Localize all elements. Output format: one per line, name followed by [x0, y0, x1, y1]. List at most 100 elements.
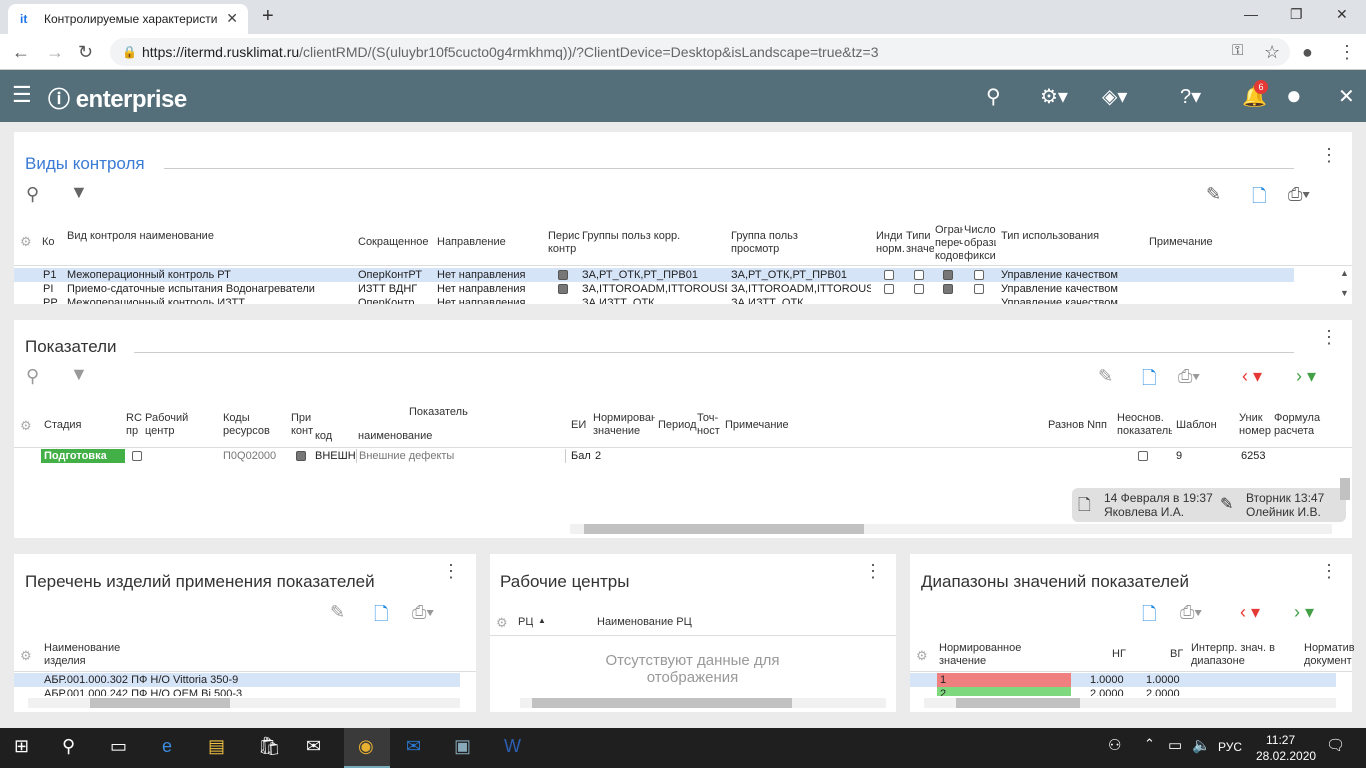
col-gruppa[interactable]: Группа польз просмотр — [731, 230, 831, 256]
vertical-scroll-thumb[interactable] — [1340, 478, 1350, 500]
panel-menu-icon[interactable]: ⋮ — [1320, 328, 1338, 346]
volume-icon[interactable]: 🔈 — [1192, 736, 1211, 754]
col-pokaz[interactable]: Показатель — [409, 406, 468, 419]
help-icon[interactable]: ?▾ — [1180, 84, 1201, 109]
col-tip[interactable]: Тип использования — [1001, 230, 1111, 243]
col-prim[interactable]: Примечание — [725, 419, 789, 432]
scroll-down-icon[interactable]: ▼ — [1340, 288, 1349, 298]
edit-icon[interactable]: ✎ — [1098, 366, 1113, 387]
col-unik[interactable]: Уник номер — [1239, 412, 1273, 438]
word-icon[interactable]: W — [504, 736, 521, 757]
window-close-icon[interactable]: ✕ — [1336, 6, 1348, 23]
col-tipi[interactable]: Типи значе — [906, 230, 934, 256]
forward-icon[interactable]: → — [46, 42, 64, 63]
col-rab[interactable]: Рабочий центр — [145, 412, 195, 438]
col-norm[interactable]: Нормированное значение — [939, 642, 1039, 668]
checkbox[interactable] — [884, 270, 894, 280]
col-naim[interactable]: Наименование РЦ — [597, 616, 692, 629]
horizontal-scrollbar[interactable] — [28, 698, 460, 708]
col-rc[interactable]: РЦ — [518, 616, 533, 629]
scroll-thumb[interactable] — [532, 698, 792, 708]
col-gruppy[interactable]: Группы польз корр. — [582, 230, 682, 243]
print-icon[interactable]: ⎙▾ — [1180, 602, 1202, 623]
edit-icon[interactable]: ✎ — [1206, 184, 1221, 205]
hamburger-menu-icon[interactable]: ☰ — [12, 82, 32, 108]
table-row[interactable]: PP Межоперационный контроль ИЗТТ ОперКон… — [14, 296, 1294, 304]
col-vid[interactable]: Вид контроля наименование — [67, 230, 217, 243]
col-ng[interactable]: НГ — [1112, 648, 1126, 661]
tab-close-icon[interactable]: ✕ — [226, 10, 238, 27]
table-row[interactable]: АБР.001.000.302 ПФ Н/О Vittoria 350-9 — [14, 673, 460, 687]
checkbox[interactable] — [943, 284, 953, 294]
outlook-icon[interactable]: ✉ — [406, 736, 421, 757]
col-naim[interactable]: Наименование изделия — [44, 642, 124, 668]
search-icon[interactable]: ⚲ — [986, 84, 1001, 109]
column-settings-icon[interactable]: ⚙ — [20, 234, 32, 250]
scroll-thumb[interactable] — [956, 698, 1080, 708]
app-logo[interactable]: ⓘ enterprise — [48, 82, 187, 114]
new-document-icon[interactable]: 🗋 — [1252, 184, 1266, 214]
checkbox[interactable] — [943, 270, 953, 280]
checkbox[interactable] — [974, 270, 984, 280]
checkbox[interactable] — [558, 284, 568, 294]
col-napr[interactable]: Направление — [437, 236, 506, 249]
file-explorer-icon[interactable]: ▤ — [208, 736, 225, 757]
col-formula[interactable]: Формула расчета — [1274, 412, 1324, 438]
col-kody[interactable]: Коды ресурсов — [223, 412, 273, 438]
task-view-icon[interactable]: ▭ — [110, 736, 127, 757]
col-interp[interactable]: Интерпр. знач. в диапазоне — [1191, 642, 1291, 668]
store-icon[interactable]: 🛍 — [258, 736, 281, 757]
table-row[interactable]: 2 2.0000 2.0000 — [910, 687, 1336, 696]
network-icon[interactable]: ▭ — [1168, 736, 1182, 754]
search-icon[interactable]: ⚲ — [26, 184, 39, 205]
table-row[interactable]: P1 Межоперационный контроль РТ ОперКонтР… — [14, 268, 1294, 282]
language-indicator[interactable]: РУС — [1218, 740, 1242, 754]
bookmark-star-icon[interactable]: ☆ — [1264, 42, 1280, 63]
chrome-taskbar-item[interactable]: ◉ — [344, 728, 390, 768]
prev-arrow-icon[interactable]: ‹ ▾ — [1242, 366, 1262, 387]
checkbox[interactable] — [914, 284, 924, 294]
column-settings-icon[interactable]: ⚙ — [496, 615, 508, 631]
checkbox[interactable] — [296, 451, 306, 461]
browser-tab[interactable]: it Контролируемые характеристи ✕ — [8, 4, 248, 34]
search-icon[interactable]: ⚲ — [62, 736, 75, 757]
app-icon[interactable]: ▣ — [454, 736, 471, 757]
col-kod[interactable]: Ко — [42, 236, 62, 249]
horizontal-scrollbar[interactable] — [520, 698, 886, 708]
checkbox[interactable] — [884, 284, 894, 294]
checkbox[interactable] — [974, 284, 984, 294]
col-razn[interactable]: Разнов Nпп — [1048, 419, 1107, 432]
scroll-thumb[interactable] — [584, 524, 864, 534]
new-document-icon[interactable]: 🗋 — [1142, 366, 1156, 396]
checkbox[interactable] — [1138, 451, 1148, 461]
col-neosn[interactable]: Неоснов. показатель — [1117, 412, 1172, 438]
column-settings-icon[interactable]: ⚙ — [20, 418, 32, 434]
panel-menu-icon[interactable]: ⋮ — [1320, 146, 1338, 164]
back-icon[interactable]: ← — [12, 42, 30, 63]
col-stadiya[interactable]: Стадия — [44, 419, 82, 432]
search-icon[interactable]: ⚲ — [26, 366, 39, 387]
mail-icon[interactable]: ✉ — [306, 736, 321, 757]
edit-icon[interactable]: ✎ — [330, 602, 345, 623]
col-toch[interactable]: Точ- ност — [697, 412, 721, 438]
browser-menu-icon[interactable]: ⋮ — [1338, 42, 1356, 63]
column-settings-icon[interactable]: ⚙ — [20, 648, 32, 664]
new-document-icon[interactable]: 🗋 — [1142, 602, 1156, 632]
clock-time[interactable]: 11:27 — [1266, 733, 1295, 747]
table-row[interactable]: АБР.001.000.242 ПФ Н/О ОЕМ Bi 500-3 — [14, 687, 460, 696]
scroll-thumb[interactable] — [90, 698, 230, 708]
tray-up-icon[interactable]: ⌃ — [1144, 736, 1155, 752]
cell-sokr[interactable]: ОперКонтРТ — [358, 268, 434, 282]
table-row[interactable]: PI Приемо-сдаточные испытания Водонагрев… — [14, 282, 1294, 296]
col-period[interactable]: Период — [658, 419, 697, 432]
maximize-icon[interactable]: ❐ — [1290, 6, 1303, 23]
panel-menu-icon[interactable]: ⋮ — [864, 562, 882, 580]
user-avatar-icon[interactable]: ● — [1286, 80, 1302, 111]
col-ei[interactable]: ЕИ — [571, 419, 586, 432]
col-peris[interactable]: Перис контр — [548, 230, 580, 256]
col-rc[interactable]: RC пр — [126, 412, 142, 438]
checkbox[interactable] — [132, 451, 142, 461]
panel-menu-icon[interactable]: ⋮ — [442, 562, 460, 580]
horizontal-scrollbar[interactable] — [570, 524, 1332, 534]
cube-icon[interactable]: ◈▾ — [1102, 84, 1127, 109]
